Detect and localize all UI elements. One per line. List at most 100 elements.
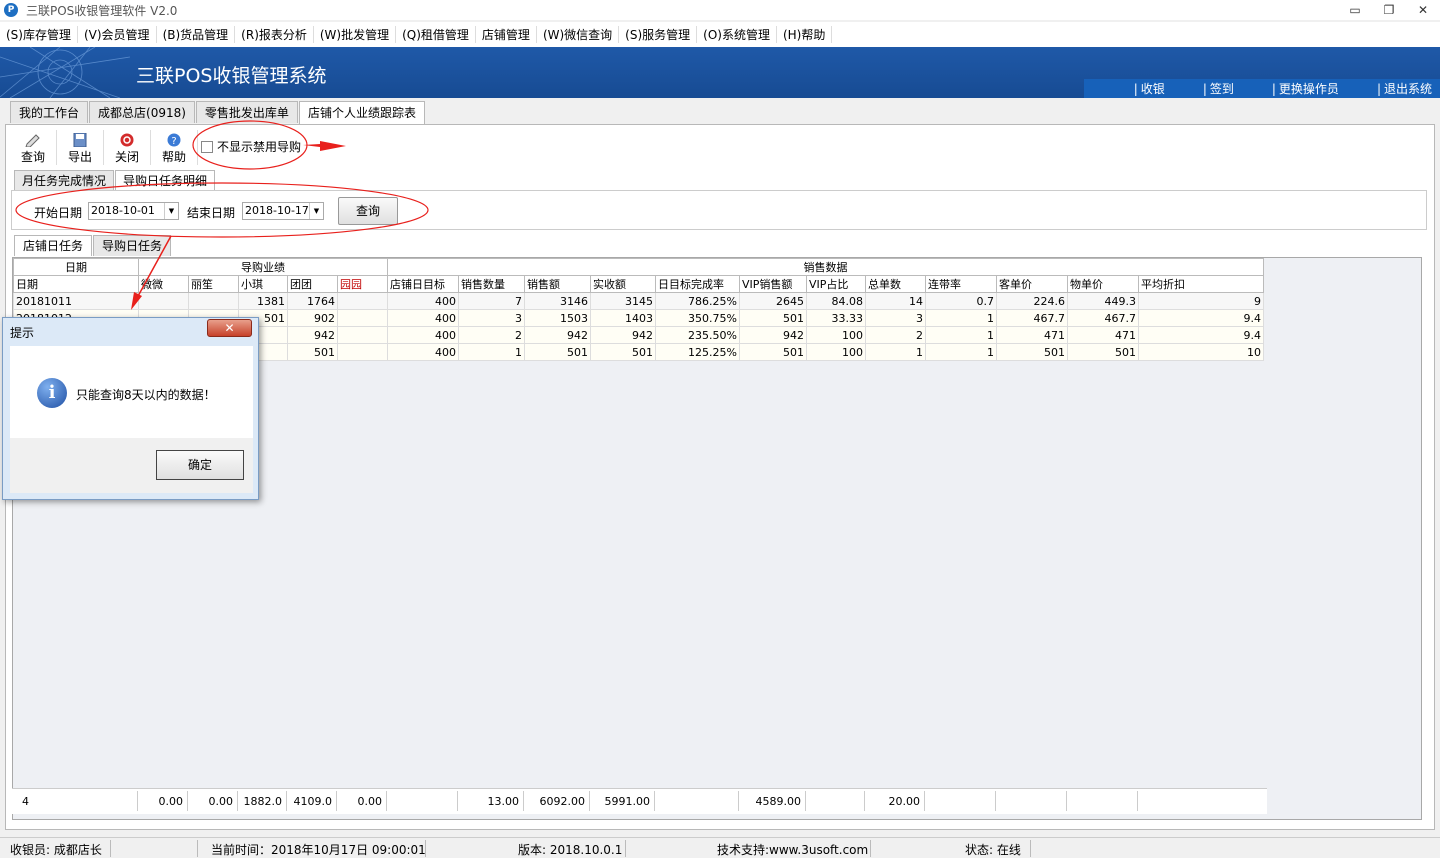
menu-reports[interactable]: (R)报表分析 — [235, 26, 314, 43]
window-title: 三联POS收银管理软件 V2.0 — [26, 3, 178, 18]
column-header[interactable]: 销售额 — [524, 275, 591, 293]
table-cell: 1381 — [238, 292, 288, 310]
tab-workbench[interactable]: 我的工作台 — [10, 101, 89, 123]
menu-service[interactable]: (S)服务管理 — [619, 26, 698, 43]
close-window-icon[interactable]: ✕ — [1406, 0, 1440, 20]
column-header[interactable]: 店铺日目标 — [387, 275, 459, 293]
tab-monthly-tasks[interactable]: 月任务完成情况 — [14, 170, 115, 190]
table-cell: 9.4 — [1138, 326, 1264, 344]
table-cell: 1 — [925, 343, 997, 361]
total-divider — [187, 791, 188, 811]
column-header[interactable]: 微微 — [138, 275, 189, 293]
minimize-icon[interactable]: ▭ — [1338, 0, 1372, 20]
menu-members[interactable]: (V)会员管理 — [78, 26, 157, 43]
filter-query-button[interactable]: 查询 — [338, 197, 398, 225]
exit-system-link[interactable]: 退出系统 — [1347, 80, 1440, 97]
column-header[interactable]: VIP销售额 — [739, 275, 807, 293]
menu-help[interactable]: (H)帮助 — [777, 26, 833, 43]
menu-bar: (S)库存管理 (V)会员管理 (B)货品管理 (R)报表分析 (W)批发管理 … — [0, 22, 1440, 47]
total-divider — [654, 791, 655, 811]
column-header[interactable]: 销售数量 — [458, 275, 525, 293]
alert-dialog: 提示 ✕ i 只能查询8天以内的数据！ 确定 — [2, 317, 259, 500]
column-header[interactable]: 实收额 — [590, 275, 656, 293]
tab-chengdu-store[interactable]: 成都总店(0918) — [89, 101, 195, 123]
column-header[interactable]: 日期 — [13, 275, 139, 293]
tab-guide-daily[interactable]: 导购日任务 — [93, 235, 172, 256]
column-header[interactable]: VIP占比 — [806, 275, 866, 293]
column-header[interactable]: 客单价 — [996, 275, 1068, 293]
task-tabs: 店铺日任务 导购日任务 — [14, 235, 172, 256]
table-cell: 501 — [739, 309, 807, 327]
column-header-disabled[interactable]: 园园 — [337, 275, 388, 293]
table-cell: 400 — [387, 343, 459, 361]
column-header[interactable]: 连带率 — [925, 275, 997, 293]
total-cell: 1882.0 — [243, 795, 283, 808]
table-cell: 3 — [458, 309, 525, 327]
table-cell: 467.7 — [1067, 309, 1139, 327]
total-cell: 20.00 — [888, 795, 921, 808]
tab-store-daily[interactable]: 店铺日任务 — [14, 235, 93, 256]
table-cell: 501 — [287, 343, 338, 361]
status-bar: 收银员: 成都店长 当前时间：2018年10月17日 09:00:01 版本: … — [0, 837, 1440, 858]
column-header[interactable]: 平均折扣 — [1138, 275, 1264, 293]
banner: 三联POS收银管理系统 收银 签到 更换操作员 退出系统 — [0, 47, 1440, 98]
total-divider — [995, 791, 996, 811]
network-graphic-icon — [0, 47, 130, 98]
hide-disabled-guides-option[interactable]: 不显示禁用导购 — [201, 138, 301, 155]
export-button[interactable]: 导出 — [57, 130, 104, 165]
total-cell: 5991.00 — [604, 795, 651, 808]
menu-system[interactable]: (O)系统管理 — [697, 26, 777, 43]
menu-goods[interactable]: (B)货品管理 — [157, 26, 236, 43]
column-header[interactable]: 物单价 — [1067, 275, 1139, 293]
tab-guide-daily-detail[interactable]: 导购日任务明细 — [115, 170, 216, 190]
status-support: 技术支持:www.3usoft.com — [717, 843, 869, 857]
table-cell: 1 — [925, 326, 997, 344]
column-header[interactable]: 日目标完成率 — [655, 275, 740, 293]
query-button[interactable]: 查询 — [10, 130, 57, 165]
tab-retail-outbound[interactable]: 零售批发出库单 — [195, 101, 298, 123]
column-header[interactable]: 丽笙 — [188, 275, 239, 293]
column-header[interactable]: 总单数 — [865, 275, 926, 293]
total-divider — [523, 791, 524, 811]
table-cell — [138, 292, 189, 310]
tab-performance-tracking[interactable]: 店铺个人业绩跟踪表 — [298, 101, 425, 125]
restore-icon[interactable]: ❐ — [1372, 0, 1406, 20]
table-cell: 7 — [458, 292, 525, 310]
table-cell: 400 — [387, 326, 459, 344]
help-button[interactable]: ? 帮助 — [151, 130, 198, 165]
total-divider — [457, 791, 458, 811]
chevron-down-icon[interactable]: ▼ — [309, 203, 323, 219]
table-cell: 400 — [387, 309, 459, 327]
window-controls: ▭ ❐ ✕ — [1338, 0, 1440, 20]
menu-wholesale[interactable]: (W)批发管理 — [314, 26, 397, 43]
total-cell: 0.00 — [357, 795, 383, 808]
table-row[interactable]: 20181011 1381 1764 400 7 3146 3145 786.25% 2645 8… — [13, 292, 1264, 310]
total-divider — [386, 791, 387, 811]
column-header[interactable]: 小琪 — [238, 275, 288, 293]
column-header[interactable]: 团团 — [287, 275, 338, 293]
sign-in-link[interactable]: 签到 — [1173, 80, 1242, 97]
close-label: 关闭 — [114, 150, 139, 164]
end-date-picker[interactable]: 2018-10-17 ▼ — [242, 202, 324, 220]
dialog-title: 提示 — [10, 326, 35, 340]
table-cell: 501 — [524, 343, 591, 361]
dialog-message: 只能查询8天以内的数据！ — [76, 388, 216, 402]
menu-wechat[interactable]: (W)微信查询 — [537, 26, 620, 43]
cashier-link[interactable]: 收银 — [1104, 80, 1173, 97]
menu-rental[interactable]: (Q)租借管理 — [396, 26, 476, 43]
total-cell: 4109.0 — [293, 795, 333, 808]
export-label: 导出 — [67, 150, 92, 164]
group-header-guide: 导购业绩 — [138, 258, 388, 276]
hide-disabled-checkbox[interactable] — [201, 140, 213, 153]
start-date-picker[interactable]: 2018-10-01 ▼ — [88, 202, 179, 220]
ok-button[interactable]: 确定 — [156, 450, 244, 480]
close-button[interactable]: 关闭 — [104, 130, 151, 165]
date-filter: 开始日期 2018-10-01 ▼ 结束日期 2018-10-17 ▼ 查询 — [11, 190, 1427, 230]
menu-inventory[interactable]: (S)库存管理 — [0, 26, 78, 43]
info-icon: i — [37, 378, 67, 408]
menu-store[interactable]: 店铺管理 — [476, 26, 537, 43]
dialog-close-icon[interactable]: ✕ — [207, 319, 252, 337]
change-operator-link[interactable]: 更换操作员 — [1242, 80, 1347, 97]
total-cell: 13.00 — [487, 795, 520, 808]
chevron-down-icon[interactable]: ▼ — [164, 203, 178, 219]
